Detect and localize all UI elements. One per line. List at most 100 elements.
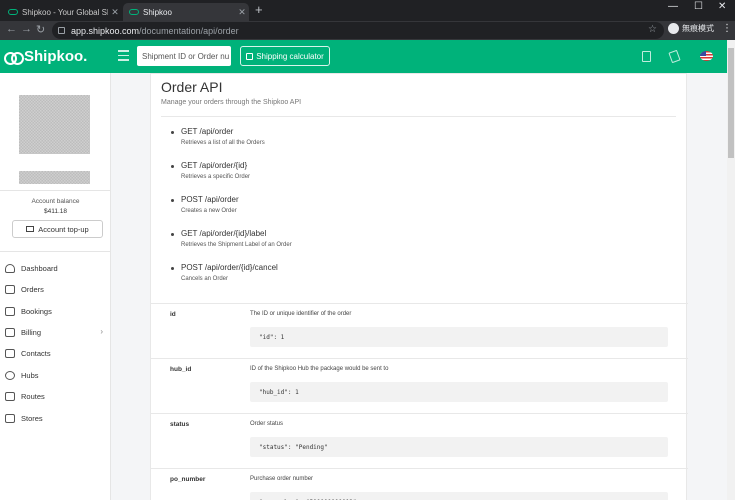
api-doc-card: Order API Manage your orders through the… (150, 73, 688, 500)
shipkoo-favicon-icon (129, 9, 139, 15)
avatar (19, 95, 90, 154)
sidebar-item-hubs[interactable]: Hubs (5, 367, 105, 383)
url-host: app.shipkoo.com (71, 25, 140, 36)
sidebar-item-contacts[interactable]: Contacts (5, 345, 105, 361)
tag-icon[interactable] (668, 49, 681, 64)
field-example-code: "hub_id": 1 (250, 382, 668, 402)
bullet-icon (171, 199, 174, 202)
maximize-window-icon[interactable]: ☐ (694, 1, 703, 12)
endpoint-description: Retrieves a specific Order (181, 174, 251, 180)
field-name: hub_id (170, 366, 192, 373)
sidebar-item-bookings[interactable]: Bookings (5, 303, 105, 319)
bookmark-star-icon[interactable]: ☆ (648, 24, 657, 35)
field-row-status: status Order status "status": "Pending" (151, 413, 688, 468)
field-example-code: "status": "Pending" (250, 437, 668, 457)
field-row-po-number: po_number Purchase order number "po_numb… (151, 468, 688, 500)
tab-title: Shipkoo (143, 7, 172, 17)
forward-arrow-icon[interactable]: → (21, 23, 32, 35)
endpoint-description: Cancels an Order (181, 276, 229, 282)
shipkoo-logo[interactable]: Shipkoo. (4, 48, 87, 65)
bullet-icon (171, 267, 174, 270)
address-bar[interactable]: app.shipkoo.com/documentation/api/order (52, 22, 664, 39)
endpoint-method: POST /api/order/{id}/cancel (181, 263, 278, 272)
sidebar-item-label: Stores (21, 413, 43, 423)
tab-title: Shipkoo - Your Global Shippi... (22, 7, 108, 17)
sidebar-item-label: Dashboard (21, 263, 58, 273)
account-topup-button[interactable]: Account top-up (12, 220, 103, 238)
cart-icon (5, 284, 15, 294)
sidebar-item-label: Hubs (21, 370, 39, 380)
reload-icon[interactable]: ↻ (36, 23, 45, 36)
menu-toggle-icon[interactable] (118, 50, 129, 61)
brand-name: Shipkoo. (24, 48, 88, 65)
browser-menu-icon[interactable]: ⋮ (722, 23, 732, 34)
sidebar-item-orders[interactable]: Orders (5, 281, 105, 297)
sidebar-item-dashboard[interactable]: Dashboard (5, 260, 105, 276)
field-description: Order status (250, 421, 284, 427)
field-description: The ID or unique identifier of the order (250, 311, 352, 317)
infinity-logo-icon (4, 51, 24, 65)
sidebar-item-label: Orders (21, 284, 44, 294)
incognito-icon (668, 23, 679, 34)
sidebar-item-label: Contacts (21, 348, 51, 358)
endpoint-method: GET /api/order (181, 127, 234, 136)
field-example-code: "po_number": "PO0000000012" (250, 492, 668, 500)
shipkoo-favicon-icon (8, 9, 18, 15)
card-icon (5, 327, 15, 337)
endpoint-description: Retrieves a list of all the Orders (181, 140, 265, 146)
shipment-search-input[interactable] (137, 46, 231, 66)
bullet-icon (171, 233, 174, 236)
endpoint-description: Retrieves the Shipment Label of an Order (181, 242, 292, 248)
close-window-icon[interactable]: ✕ (718, 1, 726, 12)
sidebar-divider (0, 190, 111, 191)
shipping-calculator-button[interactable]: Shipping calculator (240, 46, 330, 66)
main-content: Order API Manage your orders through the… (111, 73, 727, 500)
page-scrollbar[interactable] (727, 40, 735, 500)
browser-tab-shipkoo-home[interactable]: Shipkoo - Your Global Shippi... ✕ (2, 3, 122, 21)
browser-toolbar: ← → ↻ app.shipkoo.com/documentation/api/… (0, 21, 735, 40)
us-flag-icon[interactable] (700, 51, 713, 61)
section-divider (161, 116, 676, 117)
field-name: status (170, 421, 190, 428)
bullet-icon (171, 165, 174, 168)
account-name-redacted (19, 171, 90, 184)
balance-label: Account balance (31, 198, 80, 205)
field-row-hub-id: hub_id ID of the Shipkoo Hub the package… (151, 358, 688, 413)
calculator-icon (246, 52, 254, 60)
truck-icon (5, 391, 15, 401)
incognito-profile-button[interactable]: 無痕模式 (668, 23, 714, 34)
field-name: po_number (170, 476, 206, 483)
book-icon[interactable] (642, 51, 651, 62)
field-example-code: "id": 1 (250, 327, 668, 347)
sidebar-item-routes[interactable]: Routes (5, 388, 105, 404)
field-row-id: id The ID or unique identifier of the or… (151, 303, 688, 358)
back-arrow-icon[interactable]: ← (6, 23, 17, 35)
endpoint-method: GET /api/order/{id}/label (181, 229, 267, 238)
store-icon (5, 413, 15, 423)
sidebar-item-label: Routes (21, 391, 45, 401)
topup-label: Account top-up (38, 224, 89, 234)
endpoint-description: Creates a new Order (181, 208, 237, 214)
field-description: Purchase order number (250, 476, 314, 482)
new-tab-button[interactable]: + (255, 2, 263, 17)
page-subtitle: Manage your orders through the Shipkoo A… (161, 99, 302, 106)
sidebar-item-label: Billing (21, 327, 42, 337)
wallet-icon (26, 226, 35, 232)
sidebar-item-stores[interactable]: Stores (5, 410, 105, 426)
page-title: Order API (161, 79, 223, 95)
url-path: /documentation/api/order (139, 25, 239, 36)
contacts-icon (5, 348, 15, 358)
tab-close-icon[interactable]: ✕ (108, 7, 122, 18)
minimize-window-icon[interactable]: — (668, 1, 678, 12)
endpoint-method: POST /api/order (181, 195, 239, 204)
sidebar-item-billing[interactable]: Billing › (5, 324, 105, 340)
cloud-icon (5, 263, 15, 273)
calendar-icon (5, 306, 15, 316)
tab-close-icon[interactable]: ✕ (235, 7, 249, 18)
browser-tab-shipkoo-docs[interactable]: Shipkoo ✕ (123, 3, 249, 21)
app-header: Shipkoo. Shipping calculator (0, 40, 727, 73)
shipping-calculator-label: Shipping calculator (256, 51, 324, 61)
scrollbar-thumb[interactable] (728, 48, 734, 158)
field-name: id (170, 311, 176, 318)
profile-label: 無痕模式 (682, 24, 714, 33)
